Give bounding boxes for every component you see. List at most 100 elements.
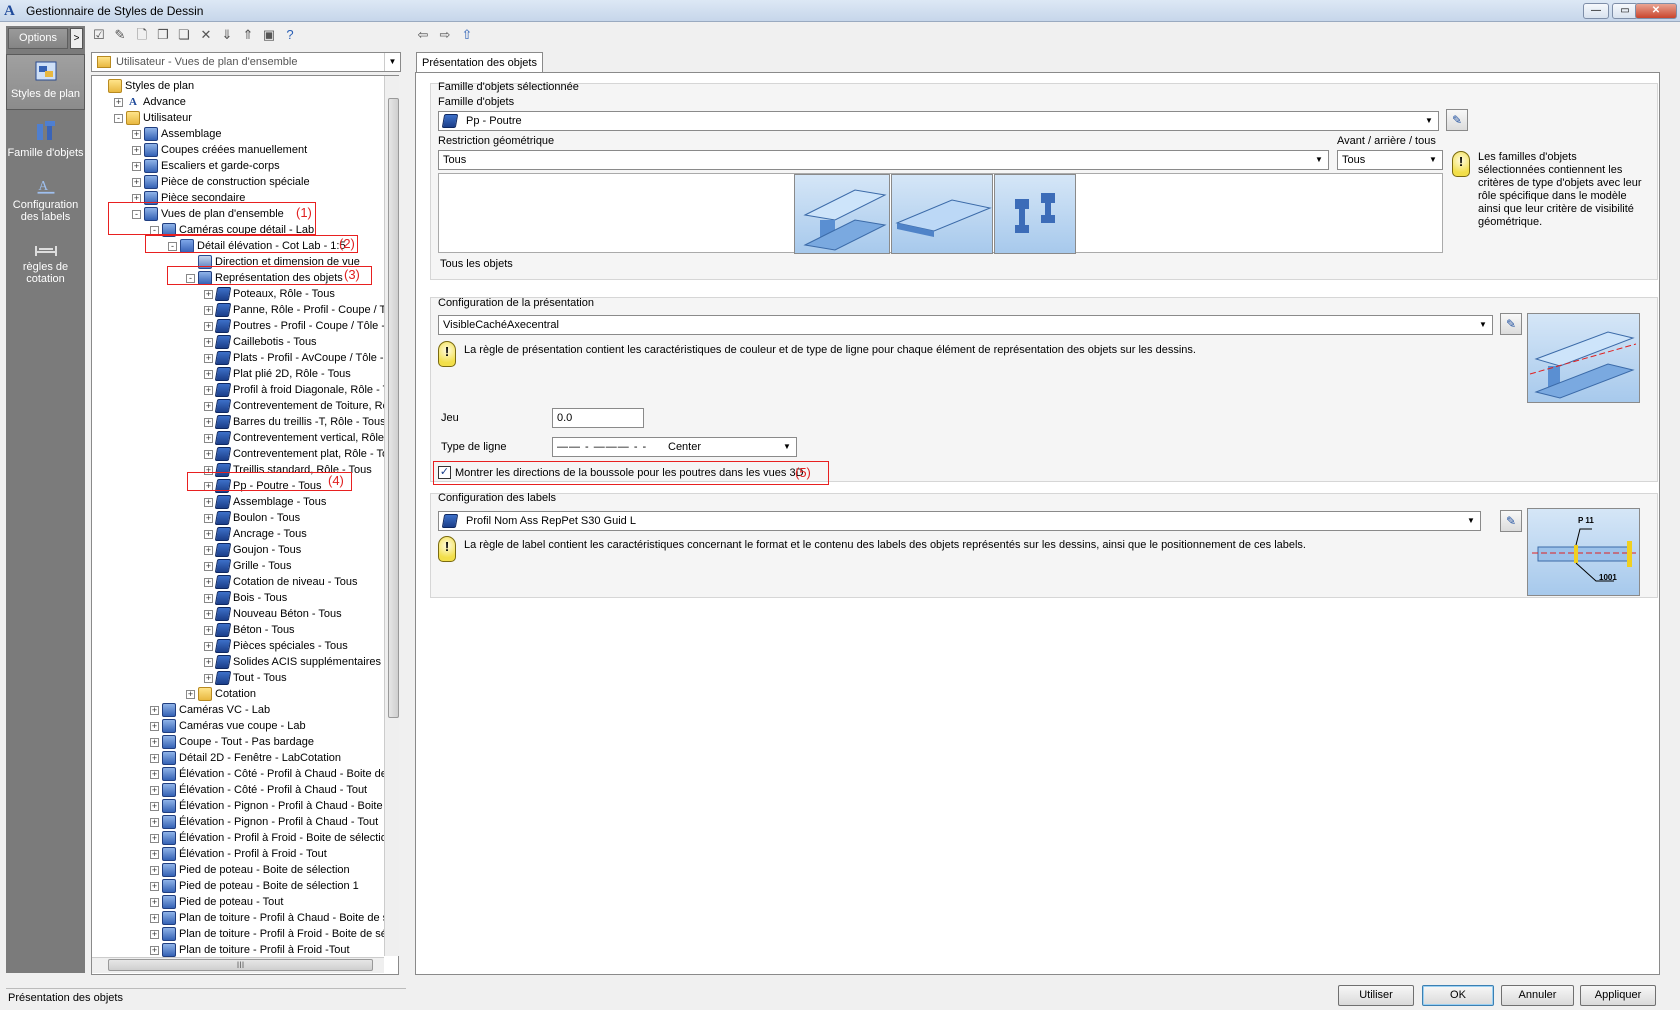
expand-icon[interactable]: + (204, 497, 213, 507)
expand-icon[interactable]: + (150, 913, 159, 923)
expand-icon[interactable]: + (204, 545, 213, 555)
sidebar-item-configuration-labels[interactable]: A Configuration des labels (6, 176, 85, 223)
tree-node[interactable]: + Élévation - Pignon - Profil à Chaud - T… (150, 814, 378, 830)
expand-icon[interactable]: + (150, 785, 159, 795)
expand-icon[interactable]: + (132, 177, 141, 187)
tree-node[interactable]: + Élévation - Profil à Froid - Boite de s… (150, 830, 393, 846)
type-ligne-combo[interactable]: —— - ——— - - Center ▼ (552, 437, 797, 457)
expand-icon[interactable]: + (150, 753, 159, 763)
tree-node[interactable]: + Élévation - Profil à Froid - Tout (150, 846, 327, 862)
tree-node[interactable]: + Poteaux, Rôle - Tous (204, 286, 335, 302)
expand-icon[interactable]: + (150, 737, 159, 747)
tree-node[interactable]: + Plats - Profil - AvCoupe / Tôle - Ep (204, 350, 398, 366)
expand-icon[interactable]: + (204, 449, 213, 459)
expand-icon[interactable]: + (204, 657, 213, 667)
expand-icon[interactable]: + (150, 721, 159, 731)
expand-icon[interactable]: + (204, 417, 213, 427)
new-style-icon[interactable]: ☑ (91, 27, 107, 43)
show-compass-checkbox[interactable]: ✓ (438, 466, 451, 479)
sidebar-item-regles-cotation[interactable]: règles de cotation (6, 238, 85, 285)
edit-presentation-button[interactable]: ✎ (1500, 313, 1522, 335)
annuler-button[interactable]: Annuler (1501, 985, 1574, 1006)
chevron-down-icon[interactable]: ▼ (1476, 318, 1490, 332)
tree-node[interactable]: + Contreventement vertical, Rôle - T (204, 430, 398, 446)
tree-node[interactable]: + Élévation - Côté - Profil à Chaud - Tou… (150, 782, 367, 798)
expand-icon[interactable]: + (204, 305, 213, 315)
tree-node[interactable]: + Boulon - Tous (204, 510, 300, 526)
tree-node[interactable]: + Tout - Tous (204, 670, 287, 686)
options-expand-button[interactable]: > (70, 28, 83, 49)
expand-icon[interactable]: + (204, 561, 213, 571)
expand-icon[interactable]: + (204, 609, 213, 619)
collapse-icon[interactable]: - (114, 113, 123, 123)
sidebar-item-famille-objets[interactable]: Famille d'objets (6, 116, 85, 159)
expand-icon[interactable]: + (132, 161, 141, 171)
tree-node[interactable]: + Cotation de niveau - Tous (204, 574, 358, 590)
expand-icon[interactable]: + (204, 625, 213, 635)
back-arrow-icon[interactable]: ⇦ (415, 27, 431, 43)
restriction-combo[interactable]: Tous ▼ (438, 150, 1329, 170)
edit-icon[interactable]: ✎ (112, 27, 128, 43)
expand-icon[interactable]: + (150, 705, 159, 715)
tab-presentation-objets[interactable]: Présentation des objets (416, 52, 543, 73)
options-button[interactable]: Options (8, 28, 68, 49)
tree-node[interactable]: + Élévation - Pignon - Profil à Chaud - B… (150, 798, 398, 814)
edit-famille-button[interactable]: ✎ (1446, 109, 1468, 131)
tree-node[interactable]: + Caméras VC - Lab (150, 702, 270, 718)
tree-node[interactable]: Styles de plan (96, 78, 194, 94)
expand-icon[interactable]: + (150, 769, 159, 779)
tree-node[interactable]: + Pied de poteau - Tout (150, 894, 283, 910)
tree-node[interactable]: + Plan de toiture - Profil à Chaud - Boit… (150, 910, 398, 926)
forward-arrow-icon[interactable]: ⇨ (437, 27, 453, 43)
import-icon[interactable]: ⇓ (219, 27, 235, 43)
expand-icon[interactable]: + (150, 945, 159, 955)
tree-node[interactable]: + Profil à froid Diagonale, Rôle - Tous (204, 382, 398, 398)
tree-node[interactable]: + Béton - Tous (204, 622, 295, 638)
expand-icon[interactable]: + (204, 673, 213, 683)
export-icon[interactable]: ⇑ (240, 27, 256, 43)
chevron-down-icon[interactable]: ▼ (1312, 153, 1326, 167)
expand-icon[interactable]: + (204, 529, 213, 539)
help-icon[interactable]: ? (282, 27, 298, 43)
tree-node[interactable]: + Pièces spéciales - Tous (204, 638, 348, 654)
chevron-down-icon[interactable]: ▼ (780, 440, 794, 454)
expand-icon[interactable]: + (204, 289, 213, 299)
preview-icon[interactable]: ▣ (261, 27, 277, 43)
tree-node[interactable]: + Contreventement de Toiture, Rôle (204, 398, 397, 414)
expand-icon[interactable]: + (150, 881, 159, 891)
presentation-combo[interactable]: VisibleCachéAxecentral ▼ (438, 315, 1493, 335)
chevron-down-icon[interactable]: ▼ (384, 53, 400, 71)
copy-icon[interactable]: ❐ (155, 27, 171, 43)
expand-icon[interactable]: + (204, 369, 213, 379)
tree-node[interactable]: + Coupe - Tout - Pas bardage (150, 734, 314, 750)
tree-node[interactable]: + Escaliers et garde-corps (132, 158, 280, 174)
duplicate-icon[interactable]: ❏ (176, 27, 192, 43)
expand-icon[interactable]: + (204, 577, 213, 587)
tree-node[interactable]: + Plat plié 2D, Rôle - Tous (204, 366, 351, 382)
expand-icon[interactable]: + (150, 833, 159, 843)
expand-icon[interactable]: + (204, 337, 213, 347)
expand-icon[interactable]: + (132, 145, 141, 155)
tree-node[interactable]: + Poutres - Profil - Coupe / Tôle - Ep (204, 318, 398, 334)
delete-icon[interactable]: ✕ (198, 27, 214, 43)
famille-combo[interactable]: Pp - Poutre ▼ (438, 111, 1439, 131)
expand-icon[interactable]: + (150, 817, 159, 827)
tree-node[interactable]: + Élévation - Côté - Profil à Chaud - Boi… (150, 766, 398, 782)
tree-node[interactable]: + Détail 2D - Fenêtre - LabCotation (150, 750, 341, 766)
tree-node[interactable]: - Utilisateur (114, 110, 192, 126)
expand-icon[interactable]: + (150, 865, 159, 875)
utiliser-button[interactable]: Utiliser (1338, 985, 1414, 1006)
tree-node[interactable]: + A Advance (114, 94, 186, 110)
expand-icon[interactable]: + (204, 353, 213, 363)
expand-icon[interactable]: + (186, 689, 195, 699)
expand-icon[interactable]: + (150, 849, 159, 859)
tree-node[interactable]: + Caillebotis - Tous (204, 334, 317, 350)
chevron-down-icon[interactable]: ▼ (1422, 114, 1436, 128)
expand-icon[interactable]: + (204, 385, 213, 395)
tree-node[interactable]: + Nouveau Béton - Tous (204, 606, 342, 622)
tree-horizontal-scroll-thumb[interactable]: III (108, 959, 373, 971)
style-set-combo[interactable]: Utilisateur - Vues de plan d'ensemble ▼ (91, 52, 401, 72)
tree-node[interactable]: + Assemblage (132, 126, 222, 142)
jeu-input[interactable]: 0.0 (552, 408, 644, 428)
up-arrow-icon[interactable]: ⇧ (459, 27, 475, 43)
